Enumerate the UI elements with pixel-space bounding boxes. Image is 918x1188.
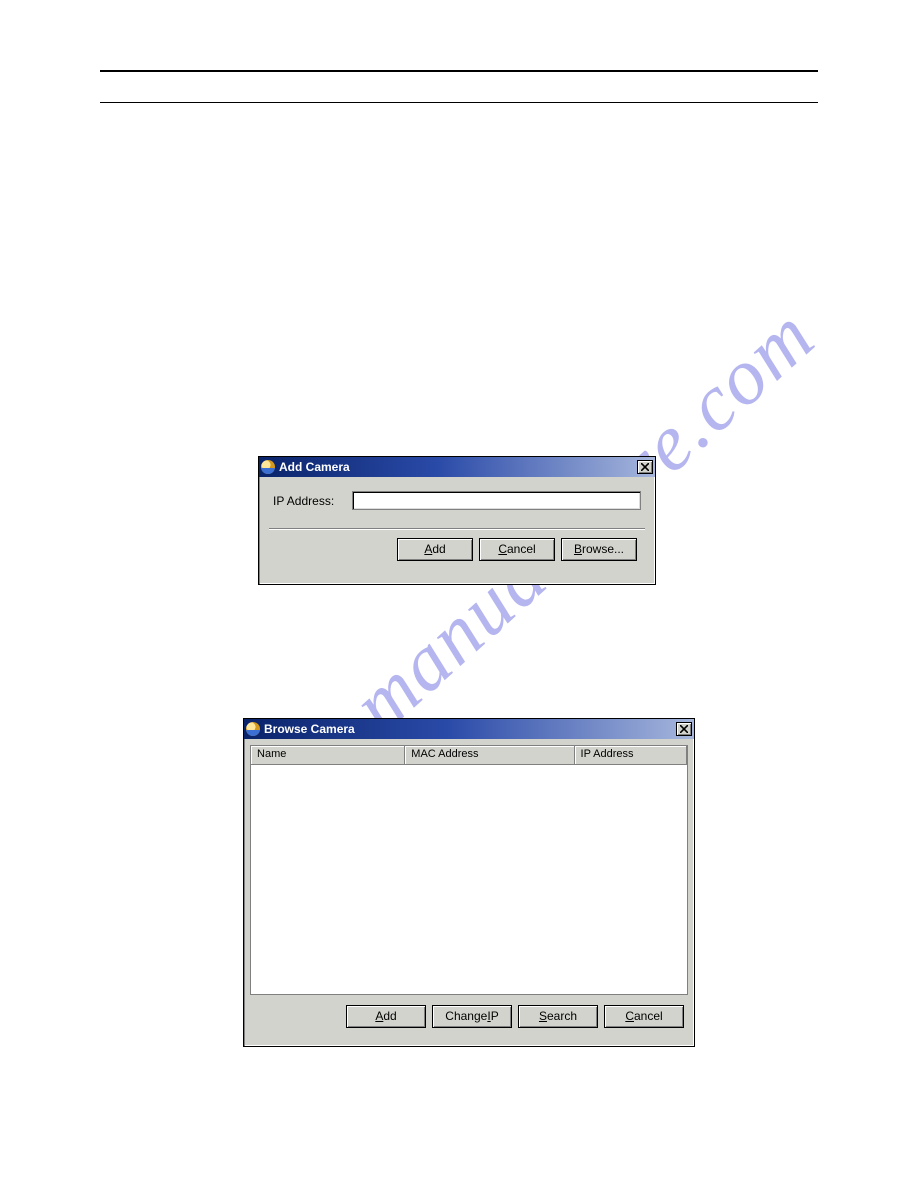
search-button[interactable]: Search	[518, 1005, 598, 1028]
listview-header: Name MAC Address IP Address	[251, 746, 687, 765]
cancel-button[interactable]: Cancel	[479, 538, 555, 561]
browse-button[interactable]: Browse...	[561, 538, 637, 561]
close-button[interactable]	[637, 460, 653, 474]
column-ip-address[interactable]: IP Address	[575, 746, 688, 765]
add-camera-dialog: Add Camera IP Address: Add Cancel	[258, 456, 656, 585]
column-name[interactable]: Name	[251, 746, 405, 765]
listview-body[interactable]	[251, 765, 687, 994]
titlebar: Add Camera	[259, 457, 655, 477]
browse-camera-dialog: Browse Camera Name MAC Address IP Addres…	[243, 718, 695, 1047]
separator	[269, 528, 645, 530]
column-mac-address[interactable]: MAC Address	[405, 746, 574, 765]
camera-listview[interactable]: Name MAC Address IP Address	[250, 745, 688, 995]
app-icon	[261, 460, 275, 474]
add-button[interactable]: Add	[346, 1005, 426, 1028]
dialog-title: Browse Camera	[264, 722, 676, 736]
ip-address-input[interactable]	[352, 491, 641, 510]
titlebar: Browse Camera	[244, 719, 694, 739]
close-icon	[641, 463, 649, 471]
close-icon	[680, 725, 688, 733]
change-ip-button[interactable]: Change IP	[432, 1005, 512, 1028]
cancel-button[interactable]: Cancel	[604, 1005, 684, 1028]
close-button[interactable]	[676, 722, 692, 736]
ip-address-label: IP Address:	[273, 494, 334, 508]
add-button[interactable]: Add	[397, 538, 473, 561]
dialog-title: Add Camera	[279, 460, 637, 474]
app-icon	[246, 722, 260, 736]
